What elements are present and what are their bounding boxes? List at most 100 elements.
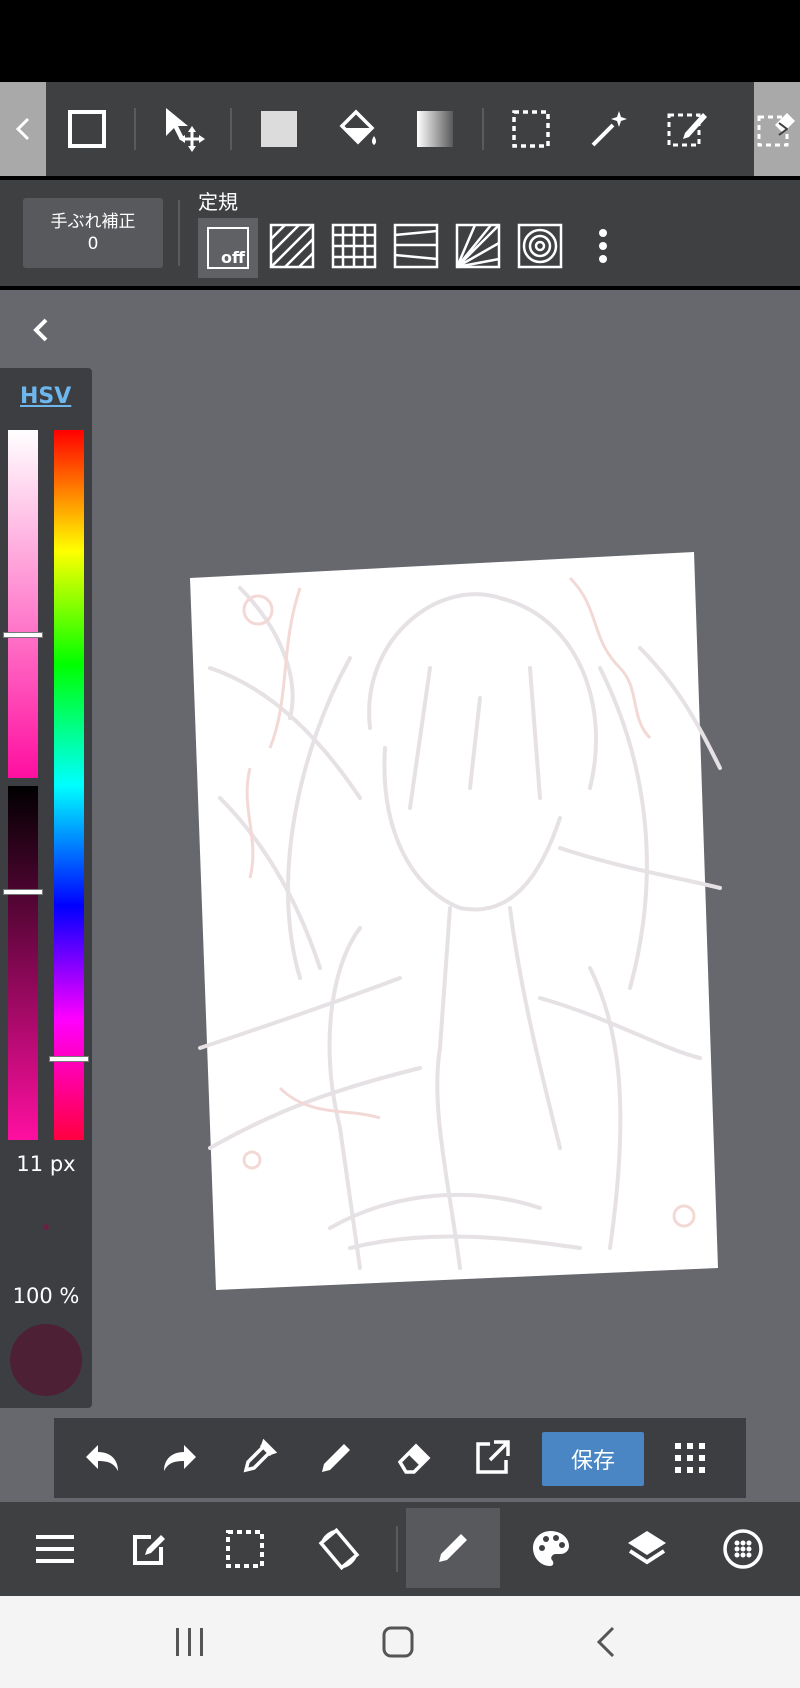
- concentric-circles-icon: [517, 223, 563, 269]
- quick-actions-bar: 保存: [54, 1418, 746, 1498]
- options-divider: [178, 200, 180, 266]
- ruler-grid-button[interactable]: [328, 220, 380, 272]
- gradient-tool[interactable]: [404, 82, 466, 176]
- hue-slider-handle[interactable]: [50, 1057, 88, 1061]
- ruler-off-icon: off: [207, 227, 249, 269]
- rotate-canvas-icon: [318, 1527, 360, 1571]
- nav-divider: [396, 1526, 398, 1572]
- current-color-swatch[interactable]: [10, 1324, 82, 1396]
- halftone-circle-icon: [723, 1529, 763, 1569]
- saturation-slider[interactable]: [4, 430, 42, 778]
- perspective-lines-icon: [393, 223, 439, 269]
- radial-lines-icon: [455, 223, 501, 269]
- pencil-icon: [439, 1534, 467, 1562]
- collapse-palette-button[interactable]: [22, 312, 58, 348]
- brightness-slider[interactable]: [4, 786, 42, 1140]
- chevron-left-icon: [33, 318, 48, 342]
- more-options-button[interactable]: [578, 220, 628, 272]
- vertical-dots-icon: [599, 229, 607, 263]
- select-eraser-tool[interactable]: [754, 82, 800, 176]
- grid-icon: [331, 223, 377, 269]
- home-icon: [382, 1626, 414, 1658]
- magic-wand-tool[interactable]: [578, 82, 640, 176]
- export-button[interactable]: [470, 1436, 514, 1480]
- eraser-icon: [397, 1443, 431, 1474]
- selection-pen-icon: [667, 113, 707, 147]
- gradient-icon: [417, 111, 453, 147]
- bucket-fill-tool[interactable]: [326, 82, 388, 176]
- ruler-off-text: off: [221, 248, 245, 267]
- dot-grid-icon: [675, 1443, 705, 1473]
- redo-icon: [164, 1445, 196, 1471]
- eraser-button[interactable]: [392, 1436, 436, 1480]
- paint-bucket-icon: [339, 109, 376, 145]
- selection-button[interactable]: [220, 1524, 270, 1574]
- brush-options-bar: 手ぶれ補正 0 定規 off: [0, 180, 800, 286]
- brightness-slider-handle[interactable]: [4, 890, 42, 894]
- palette-icon: [533, 1531, 569, 1566]
- magic-wand-icon: [591, 111, 627, 147]
- chevron-left-icon: [15, 117, 30, 141]
- filled-square-icon: [261, 111, 297, 147]
- ruler-perspective1-button[interactable]: [390, 220, 442, 272]
- dashed-selection-icon: [226, 1530, 264, 1568]
- stabilizer-button[interactable]: 手ぶれ補正 0: [23, 198, 163, 268]
- ruler-concentric-button[interactable]: [514, 220, 566, 272]
- rectangle-outline-icon: [68, 110, 106, 148]
- ruler-label: 定規: [198, 190, 238, 214]
- eyedropper-icon: [243, 1438, 278, 1473]
- rotate-canvas-button[interactable]: [314, 1524, 364, 1574]
- external-link-icon: [476, 1440, 510, 1474]
- selection-eraser-icon: [757, 113, 795, 147]
- ruler-radial-button[interactable]: [452, 220, 504, 272]
- color-palette-panel: HSV 11 px 100 %: [0, 368, 92, 1408]
- fill-square-tool[interactable]: [248, 82, 310, 176]
- hue-slider[interactable]: [50, 430, 88, 1140]
- brush-size-preview: [43, 1224, 49, 1230]
- save-button[interactable]: 保存: [542, 1432, 644, 1486]
- stabilizer-value: 0: [87, 234, 99, 254]
- color-mode-toggle[interactable]: HSV: [20, 384, 71, 409]
- toolbar-divider: [134, 108, 136, 150]
- layers-icon: [628, 1531, 666, 1565]
- opacity-label[interactable]: 100 %: [0, 1284, 92, 1308]
- materials-tab[interactable]: [718, 1524, 768, 1574]
- parallel-lines-icon: [269, 223, 315, 269]
- brush-size-label[interactable]: 11 px: [0, 1152, 92, 1176]
- layers-tab[interactable]: [622, 1524, 672, 1574]
- hamburger-menu-icon: [36, 1535, 74, 1563]
- dashed-rectangle-icon: [512, 110, 550, 148]
- undo-icon: [86, 1445, 118, 1471]
- undo-button[interactable]: [80, 1436, 124, 1480]
- select-rectangle-tool[interactable]: [500, 82, 562, 176]
- ruler-off-button[interactable]: off: [198, 218, 258, 278]
- redo-button[interactable]: [158, 1436, 202, 1480]
- edit-button[interactable]: [124, 1524, 174, 1574]
- stabilizer-label: 手ぶれ補正: [50, 212, 136, 232]
- back-chevron-icon: [596, 1626, 615, 1658]
- home-button[interactable]: [368, 1620, 428, 1664]
- pen-button[interactable]: [314, 1436, 358, 1480]
- move-tool[interactable]: [154, 82, 216, 176]
- move-arrow-icon: [166, 108, 205, 152]
- shape-rectangle-tool[interactable]: [56, 82, 118, 176]
- drawing-canvas[interactable]: [180, 548, 740, 1308]
- color-palette-tab[interactable]: [526, 1524, 576, 1574]
- pencil-icon: [322, 1444, 350, 1472]
- top-toolbar: [0, 82, 800, 176]
- scroll-left-button[interactable]: [0, 82, 46, 176]
- recent-apps-button[interactable]: [160, 1620, 220, 1664]
- select-pen-tool[interactable]: [656, 82, 718, 176]
- back-button[interactable]: [576, 1620, 636, 1664]
- brush-tool-tab[interactable]: [406, 1508, 500, 1588]
- saturation-slider-handle[interactable]: [4, 633, 42, 637]
- main-menu-button[interactable]: [30, 1524, 80, 1574]
- edit-square-icon: [133, 1535, 165, 1565]
- grid-menu-button[interactable]: [668, 1436, 712, 1480]
- main-navigation-bar: [0, 1502, 800, 1596]
- eyedropper-button[interactable]: [236, 1436, 280, 1480]
- canvas-area[interactable]: [0, 290, 800, 1506]
- ruler-parallel-button[interactable]: [266, 220, 318, 272]
- toolbar-divider: [230, 108, 232, 150]
- system-navigation-bar: [0, 1596, 800, 1688]
